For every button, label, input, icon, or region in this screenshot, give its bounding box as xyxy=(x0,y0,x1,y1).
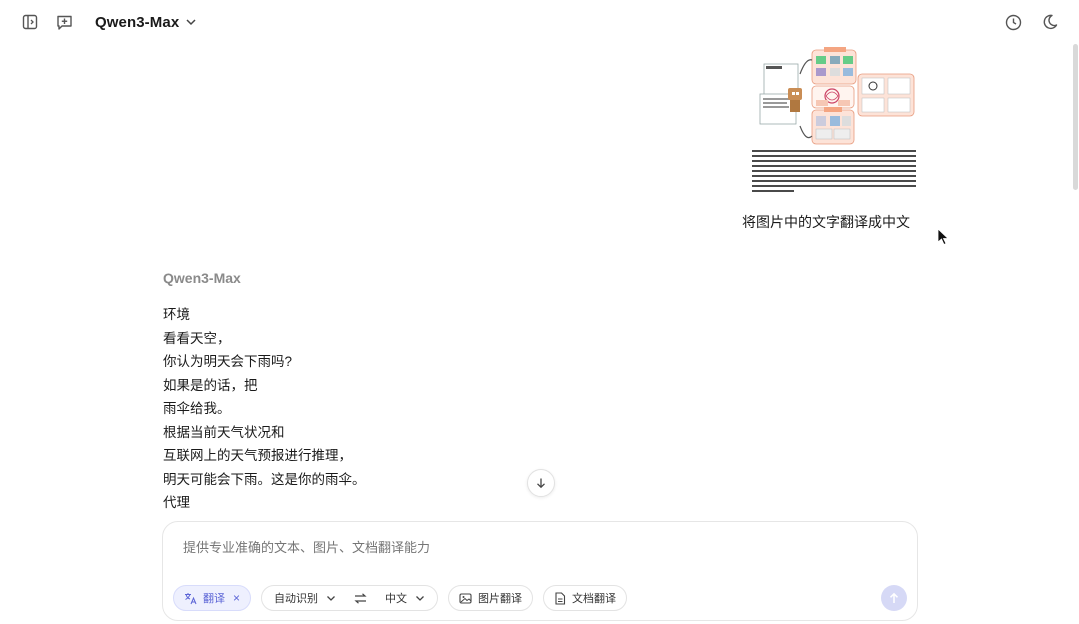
answer-line: 明天可能会下雨。这是你的雨伞。 xyxy=(163,471,366,487)
scrollbar-thumb[interactable] xyxy=(1073,44,1078,190)
image-translate-label: 图片翻译 xyxy=(478,593,523,605)
history-icon[interactable] xyxy=(1002,11,1024,33)
document-translate-label: 文档翻译 xyxy=(572,593,617,605)
answer-line: 看看天空， xyxy=(163,330,231,346)
arrow-down-icon xyxy=(537,478,545,489)
language-selector: 自动识别 中文 xyxy=(261,585,439,611)
translate-mode-chip[interactable]: 翻译 × xyxy=(173,585,252,611)
swap-languages-icon[interactable] xyxy=(354,592,367,604)
paper-figure-thumbnail xyxy=(750,44,918,196)
translate-chip-label: 翻译 xyxy=(203,593,225,605)
scroll-to-bottom-button[interactable] xyxy=(527,469,555,497)
document-icon xyxy=(555,591,566,605)
answer-line: 根据当前天气状况和 xyxy=(163,424,285,440)
answer-line: 你认为明天会下雨吗? xyxy=(163,354,293,369)
target-language-select[interactable]: 中文 xyxy=(385,590,407,606)
assistant-answer: 环境 看看天空， 你认为明天会下雨吗? 如果是的话，把 雨伞给我。 根据当前天气… xyxy=(163,303,583,515)
image-icon xyxy=(459,592,472,604)
chevron-down-icon xyxy=(185,16,197,28)
chevron-down-icon[interactable] xyxy=(415,593,425,603)
document-translate-button[interactable]: 文档翻译 xyxy=(543,585,628,611)
image-translate-button[interactable]: 图片翻译 xyxy=(448,585,534,611)
model-name: Qwen3-Max xyxy=(95,13,180,31)
assistant-name: Qwen3-Max xyxy=(163,270,241,286)
send-button[interactable] xyxy=(881,585,907,611)
answer-line: 环境 xyxy=(163,307,190,322)
close-icon[interactable]: × xyxy=(233,591,240,605)
chevron-down-icon[interactable] xyxy=(326,593,336,603)
message-composer: 翻译 × 自动识别 中文 图片翻译 文档翻译 xyxy=(162,521,918,621)
model-selector[interactable]: Qwen3-Max xyxy=(95,11,197,33)
new-chat-icon[interactable] xyxy=(54,12,74,32)
mouse-cursor-icon xyxy=(937,228,950,251)
arrow-up-icon xyxy=(889,592,899,603)
source-language-select[interactable]: 自动识别 xyxy=(274,590,318,606)
answer-line: 互联网上的天气预报进行推理， xyxy=(163,448,352,463)
user-message: 将图片中的文字翻译成中文 xyxy=(742,214,910,230)
top-bar: Qwen3-Max xyxy=(0,0,1079,44)
answer-line: 雨伞给我。 xyxy=(163,401,231,416)
sidebar-toggle-icon[interactable] xyxy=(20,12,40,32)
uploaded-image[interactable] xyxy=(750,44,918,196)
answer-line: 代理 xyxy=(163,495,190,510)
answer-line: 如果是的话，把 xyxy=(163,377,258,393)
translate-icon xyxy=(185,592,197,604)
composer-toolbar: 翻译 × 自动识别 中文 图片翻译 文档翻译 xyxy=(173,584,628,612)
moon-icon[interactable] xyxy=(1039,11,1061,33)
message-input[interactable] xyxy=(183,540,863,555)
